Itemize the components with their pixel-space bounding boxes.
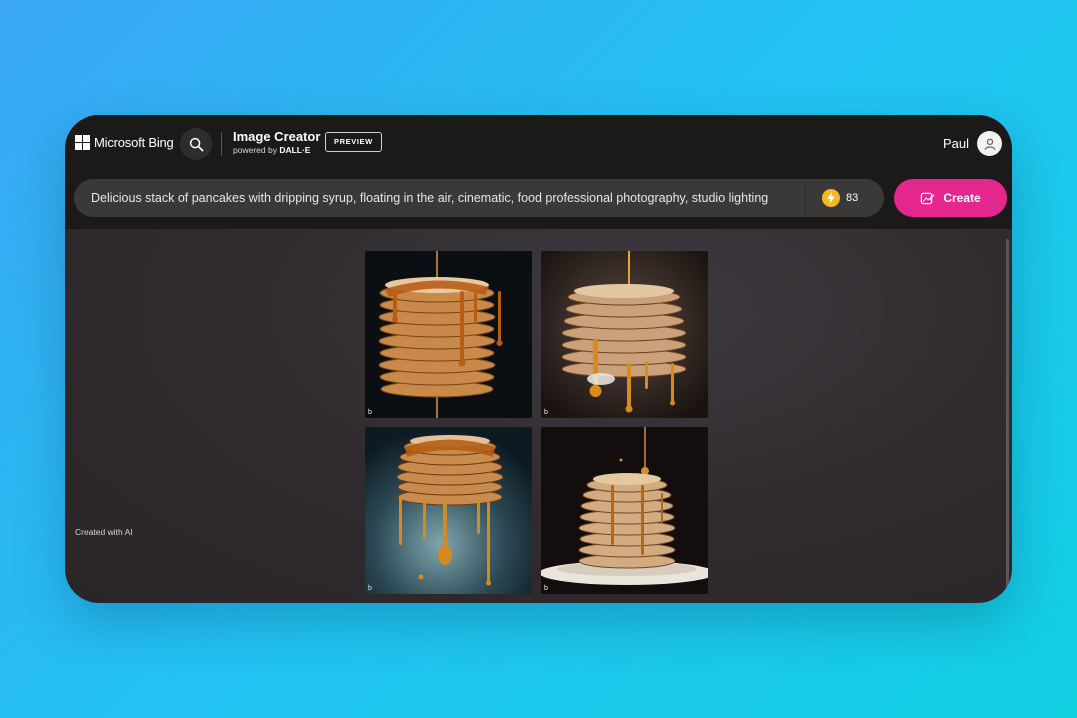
pancake-image-2-art [541,251,708,418]
brand-sub-prefix: powered by [233,145,280,155]
created-with-ai-label: Created with AI [75,527,133,537]
scrollbar[interactable] [1006,239,1009,599]
image-creator-window: Microsoft Bing Image Creator powered by … [65,115,1012,603]
brand-title: Image Creator [233,129,321,144]
create-image-icon [921,192,935,204]
search-icon [189,137,203,151]
boost-coin [822,189,840,207]
microsoft-logo-icon [75,135,90,150]
preview-badge: PREVIEW [325,132,382,152]
ai-watermark-icon: b [544,409,548,416]
ai-watermark-icon: b [544,585,548,592]
lightning-bolt-icon [827,192,835,204]
pancake-image-2[interactable]: b [541,251,708,418]
user-icon [984,138,995,150]
prompt-bar-separator [805,182,806,214]
search-button[interactable] [180,128,212,160]
boost-count: 83 [846,192,859,204]
brand-subtitle: powered by DALL·E [233,144,320,156]
prompt-bar: 83 [74,179,884,217]
pancake-image-1[interactable]: b [365,251,532,418]
pancake-image-4-art [541,427,708,594]
avatar [977,131,1002,156]
user-profile[interactable]: Paul [943,131,1002,156]
header-bar: Microsoft Bing Image Creator powered by … [65,115,1012,229]
boost-counter[interactable]: 83 [822,189,858,207]
brand-block[interactable]: Image Creator powered by DALL·E [233,129,320,156]
create-button-label: Create [943,191,981,205]
pancake-image-4[interactable]: b [541,427,708,594]
bing-logo[interactable]: Microsoft Bing [75,135,174,150]
pancake-image-3-art [365,427,532,594]
logo-text: Microsoft Bing [94,135,174,150]
header-divider [221,132,222,156]
prompt-input[interactable] [91,179,781,217]
ai-watermark-icon: b [368,585,372,592]
pancake-image-3[interactable]: b [365,427,532,594]
create-button[interactable]: Create [894,179,1007,217]
user-name: Paul [942,136,969,151]
pancake-image-1-art [365,251,532,418]
ai-watermark-icon: b [368,409,372,416]
brand-sub-model: DALL·E [279,145,311,155]
